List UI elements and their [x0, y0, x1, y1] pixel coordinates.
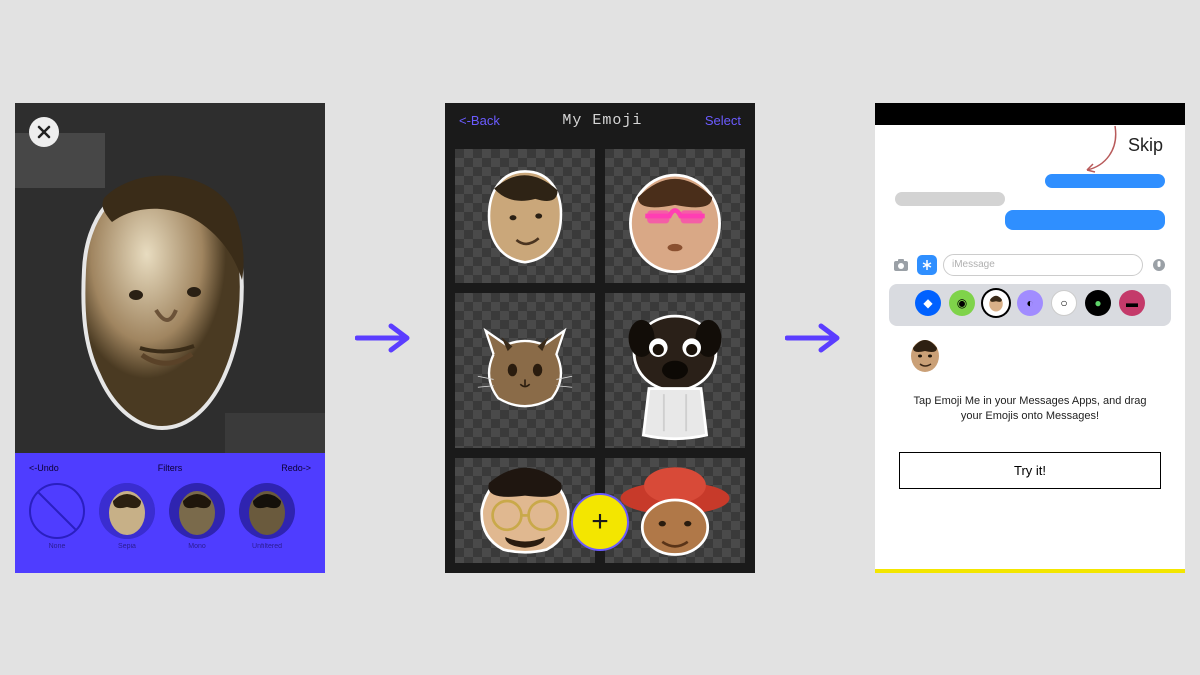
close-button[interactable] — [29, 117, 59, 147]
filter-mono[interactable] — [169, 483, 225, 539]
filter-none[interactable] — [29, 483, 85, 539]
app-green-icon[interactable]: ◉ — [949, 290, 975, 316]
bubble-out-2 — [1005, 210, 1165, 230]
flow-arrow-2 — [785, 318, 845, 358]
try-button[interactable]: Try it! — [899, 452, 1161, 489]
app-drawer: ◆ ◉ ◐ ○ ● ▬ — [889, 284, 1171, 326]
plus-icon: + — [591, 505, 609, 539]
back-button[interactable]: <-Back — [459, 113, 500, 128]
camera-icon[interactable] — [891, 255, 911, 275]
close-icon — [37, 125, 51, 139]
app-white-icon[interactable]: ○ — [1051, 290, 1077, 316]
select-button[interactable]: Select — [705, 113, 741, 128]
filter-labels: None Sepia Mono Unfiltered — [23, 539, 317, 550]
filter-thumbnails — [23, 483, 317, 539]
redo-button[interactable]: Redo-> — [281, 463, 311, 473]
filter-panel: <-Undo Filters Redo-> None Sepia Mono Un… — [15, 453, 325, 573]
screen-gallery: <-Back My Emoji Select + — [445, 103, 755, 573]
emoji-cell-man[interactable] — [455, 149, 595, 284]
cutout-face[interactable] — [44, 160, 284, 440]
gallery-topbar: <-Back My Emoji Select — [445, 103, 755, 139]
add-emoji-button[interactable]: + — [571, 493, 629, 551]
screen-editor: <-Undo Filters Redo-> None Sepia Mono Un… — [15, 103, 325, 573]
emoji-cell-pug[interactable] — [605, 293, 745, 448]
filter-unfiltered[interactable] — [239, 483, 295, 539]
filter-sepia[interactable] — [99, 483, 155, 539]
app-pink-icon[interactable]: ▬ — [1119, 290, 1145, 316]
gallery-title: My Emoji — [562, 112, 642, 129]
arrow-right-icon — [355, 318, 415, 358]
message-input-bar: iMessage — [875, 250, 1185, 280]
face-cutout-svg — [44, 160, 284, 440]
chat-preview — [875, 160, 1185, 244]
app-emojime-icon[interactable] — [983, 290, 1009, 316]
curved-arrow-icon — [1075, 120, 1125, 180]
flow-arrow-1 — [355, 318, 415, 358]
dragged-sticker[interactable] — [905, 334, 945, 374]
status-bar — [875, 103, 1185, 125]
bubble-in-1 — [895, 192, 1005, 206]
message-input[interactable]: iMessage — [943, 254, 1143, 276]
undo-button[interactable]: <-Undo — [29, 463, 59, 473]
appstore-icon[interactable] — [917, 255, 937, 275]
screen-instructions: Skip iMessage ◆ ◉ ◐ ○ ● ▬ Tap Emoj — [875, 103, 1185, 573]
arrow-right-icon — [785, 318, 845, 358]
app-spotify-icon[interactable]: ● — [1085, 290, 1111, 316]
instruction-text: Tap Emoji Me in your Messages Apps, and … — [875, 374, 1185, 425]
yellow-footer — [875, 569, 1185, 573]
emoji-cell-cat[interactable] — [455, 293, 595, 448]
app-purple-icon[interactable]: ◐ — [1017, 290, 1043, 316]
filters-label: Filters — [158, 463, 183, 473]
emoji-cell-baby[interactable] — [605, 149, 745, 284]
app-dropbox-icon[interactable]: ◆ — [915, 290, 941, 316]
mic-icon[interactable] — [1149, 255, 1169, 275]
skip-button[interactable]: Skip — [875, 125, 1185, 160]
